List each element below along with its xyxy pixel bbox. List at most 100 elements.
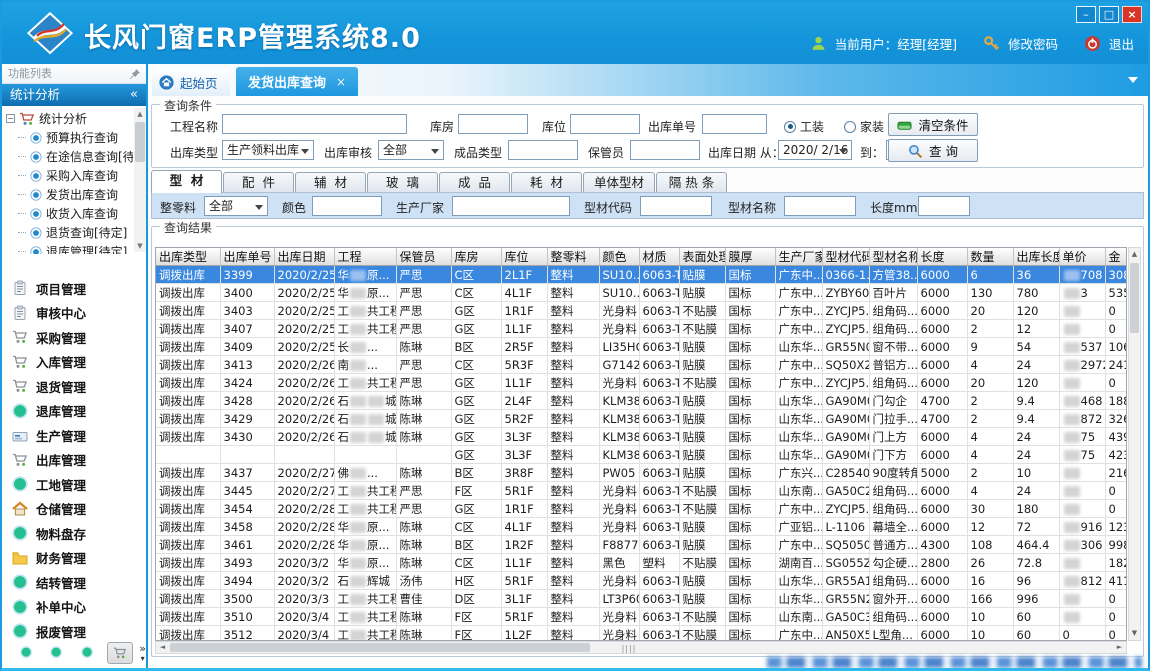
date-from-picker[interactable]: 2020/ 2/16 <box>778 140 852 160</box>
column-header[interactable]: 型材代码 <box>822 248 869 266</box>
clear-conditions-button[interactable]: 清空条件 <box>888 113 978 136</box>
column-header[interactable]: 工程 <box>334 248 396 266</box>
material-tab[interactable]: 辅 材 <box>295 172 366 193</box>
keeper-input[interactable] <box>630 140 700 160</box>
out-type-select[interactable]: 生产领料出库 <box>222 140 314 160</box>
column-header[interactable]: 出库单号 <box>220 248 274 266</box>
table-row[interactable]: 调拨出库35002020/3/3工共工程曹佳D区3L1F整料LT3P606063… <box>156 590 1127 608</box>
sidebar-item-报废管理[interactable]: 报废管理 <box>2 619 146 642</box>
sidebar-item-工地管理[interactable]: 工地管理 <box>2 472 146 497</box>
sidebar-item-审核中心[interactable]: 审核中心 <box>2 301 146 326</box>
minimize-button[interactable]: – <box>1076 6 1096 23</box>
column-header[interactable]: 整零料 <box>547 248 599 266</box>
whole-part-select[interactable]: 全部 <box>204 196 268 216</box>
sidebar-item-入库管理[interactable]: 入库管理 <box>2 350 146 375</box>
sidebar-item-采购管理[interactable]: 采购管理 <box>2 325 146 350</box>
table-row[interactable]: 调拨出库34452020/2/27工共工程严思F区5R1F整料光身料6063-T… <box>156 482 1127 500</box>
column-header[interactable]: 长度 <box>917 248 967 266</box>
manufacturer-input[interactable] <box>452 196 570 216</box>
table-row[interactable]: 调拨出库34542020/2/28工共工程严思G区1R1F整料光身料6063-T… <box>156 500 1127 518</box>
product-type-input[interactable] <box>508 140 578 160</box>
table-row[interactable]: 调拨出库35102020/3/4工共工程陈琳F区5R1F整料光身料6063-T5… <box>156 608 1127 626</box>
dot-icon[interactable] <box>20 646 32 660</box>
table-row[interactable]: 调拨出库34582020/2/28华原...陈琳C区4L1F整料光身料6063-… <box>156 518 1127 536</box>
tree-item[interactable]: 采购入库查询 <box>4 166 133 185</box>
radio-home[interactable]: 家装 <box>844 118 884 135</box>
maximize-button[interactable]: □ <box>1099 6 1119 23</box>
length-input[interactable] <box>918 196 970 216</box>
tab-close-icon[interactable]: × <box>336 75 346 89</box>
table-row[interactable]: 调拨出库34282020/2/26石城陈琳G区2L4F整料KLM38176063… <box>156 392 1127 410</box>
column-header[interactable]: 出库类型 <box>156 248 220 266</box>
column-header[interactable]: 型材名称 <box>869 248 917 266</box>
tree-root-statistics[interactable]: − 统计分析 <box>4 108 133 128</box>
table-row[interactable]: 调拨出库34242020/2/26工共工程严思G区1L1F整料光身料6063-T… <box>156 374 1127 392</box>
table-row[interactable]: 调拨出库34372020/2/27佛...陈琳B区3R8F整料PW056063-… <box>156 464 1127 482</box>
material-tab[interactable]: 型 材 <box>151 170 222 193</box>
results-horizontal-scrollbar[interactable]: ◄ |||| ► <box>155 641 1127 654</box>
warehouse-input[interactable] <box>458 114 528 134</box>
column-header[interactable]: 单价 <box>1059 248 1105 266</box>
table-row[interactable]: 调拨出库34092020/2/25长...陈琳B区2R5F整料LI35HO606… <box>156 338 1127 356</box>
column-header[interactable]: 出库长度 <box>1013 248 1059 266</box>
table-row[interactable]: 调拨出库34292020/2/26石城陈琳G区5R2F整料KLM38176063… <box>156 410 1127 428</box>
material-tab[interactable]: 玻 璃 <box>367 172 438 193</box>
table-row[interactable]: 调拨出库34002020/2/25华原...严思C区4L1F整料SU10...6… <box>156 284 1127 302</box>
table-row[interactable]: 调拨出库34302020/2/26石城陈琳G区3L3F整料KLM38176063… <box>156 428 1127 446</box>
collapse-icon[interactable]: « <box>130 84 138 106</box>
column-header[interactable]: 表面处理 <box>679 248 725 266</box>
material-tab[interactable]: 耗 材 <box>511 172 582 193</box>
column-header[interactable]: 材质 <box>639 248 679 266</box>
profile-code-input[interactable] <box>640 196 712 216</box>
search-button[interactable]: 查 询 <box>888 139 978 162</box>
tree-expand-icon[interactable]: − <box>6 114 15 123</box>
column-header[interactable]: 库房 <box>451 248 501 266</box>
material-tab[interactable]: 隔 热 条 <box>656 172 727 193</box>
column-header[interactable]: 金 <box>1105 248 1127 266</box>
order-no-input[interactable] <box>702 114 767 134</box>
tree-item[interactable]: 预算执行查询 <box>4 128 133 147</box>
profile-name-input[interactable] <box>784 196 856 216</box>
location-input[interactable] <box>570 114 640 134</box>
column-header[interactable]: 库位 <box>501 248 547 266</box>
table-row[interactable]: 调拨出库34072020/2/25工共工程严思G区1L1F整料光身料6063-T… <box>156 320 1127 338</box>
change-password-link[interactable]: 修改密码 <box>1008 34 1058 53</box>
sidebar-item-仓储管理[interactable]: 仓储管理 <box>2 497 146 522</box>
sidebar-section-statistics[interactable]: 统计分析 « <box>2 84 146 106</box>
sidebar-item-财务管理[interactable]: 财务管理 <box>2 546 146 571</box>
material-tab[interactable]: 成 品 <box>439 172 510 193</box>
table-row[interactable]: 调拨出库33992020/2/25华原...严思C区2L1F整料SU10...6… <box>156 266 1127 284</box>
table-row[interactable]: 调拨出库35122020/3/4工共工程陈琳F区1L2F整料光身料6063-T5… <box>156 626 1127 642</box>
sidebar-item-退库管理[interactable]: 退库管理 <box>2 399 146 424</box>
sidebar-item-退货管理[interactable]: 退货管理 <box>2 374 146 399</box>
tree-item[interactable]: 在途信息查询[待 <box>4 147 133 166</box>
sidebar-item-出库管理[interactable]: 出库管理 <box>2 448 146 473</box>
project-name-input[interactable] <box>222 114 407 134</box>
table-row[interactable]: 调拨出库34032020/2/25工共工程严思G区1R1F整料光身料6063-T… <box>156 302 1127 320</box>
sidebar-item-结转管理[interactable]: 结转管理 <box>2 570 146 595</box>
sidebar-item-生产管理[interactable]: 生产管理 <box>2 423 146 448</box>
tab-home[interactable]: 起始页 <box>152 69 230 96</box>
pin-icon[interactable] <box>129 68 141 80</box>
more-button[interactable]: »▾ <box>139 644 146 663</box>
column-header[interactable]: 膜厚 <box>725 248 775 266</box>
cart-toolbar-button[interactable] <box>107 642 134 664</box>
column-header[interactable]: 数量 <box>967 248 1013 266</box>
material-tab[interactable]: 配 件 <box>223 172 294 193</box>
logout-link[interactable]: 退出 <box>1109 34 1134 53</box>
color-input[interactable] <box>312 196 382 216</box>
sidebar-item-补单中心[interactable]: 补单中心 <box>2 595 146 620</box>
sidebar-item-物料盘存[interactable]: 物料盘存 <box>2 521 146 546</box>
table-row[interactable]: 调拨出库34612020/2/28华原...陈琳B区1R2F整料F8877FT6… <box>156 536 1127 554</box>
sidebar-item-项目管理[interactable]: 项目管理 <box>2 276 146 301</box>
table-row[interactable]: 调拨出库34132020/2/26南...严思C区5R3F整料G71422606… <box>156 356 1127 374</box>
table-row[interactable]: G区3L3F整料KLM38176063-T5贴膜国标山东华...GA90M09.… <box>156 446 1127 464</box>
tree-item[interactable]: 退库管理[待定] <box>4 242 133 254</box>
dot-icon[interactable] <box>81 646 93 660</box>
column-header[interactable]: 出库日期 <box>274 248 334 266</box>
radio-industrial[interactable]: 工装 <box>784 118 824 135</box>
tree-item[interactable]: 发货出库查询 <box>4 185 133 204</box>
results-vertical-scrollbar[interactable]: ▲▼ <box>1128 247 1141 641</box>
column-header[interactable]: 颜色 <box>599 248 639 266</box>
tree-item[interactable]: 收货入库查询 <box>4 204 133 223</box>
